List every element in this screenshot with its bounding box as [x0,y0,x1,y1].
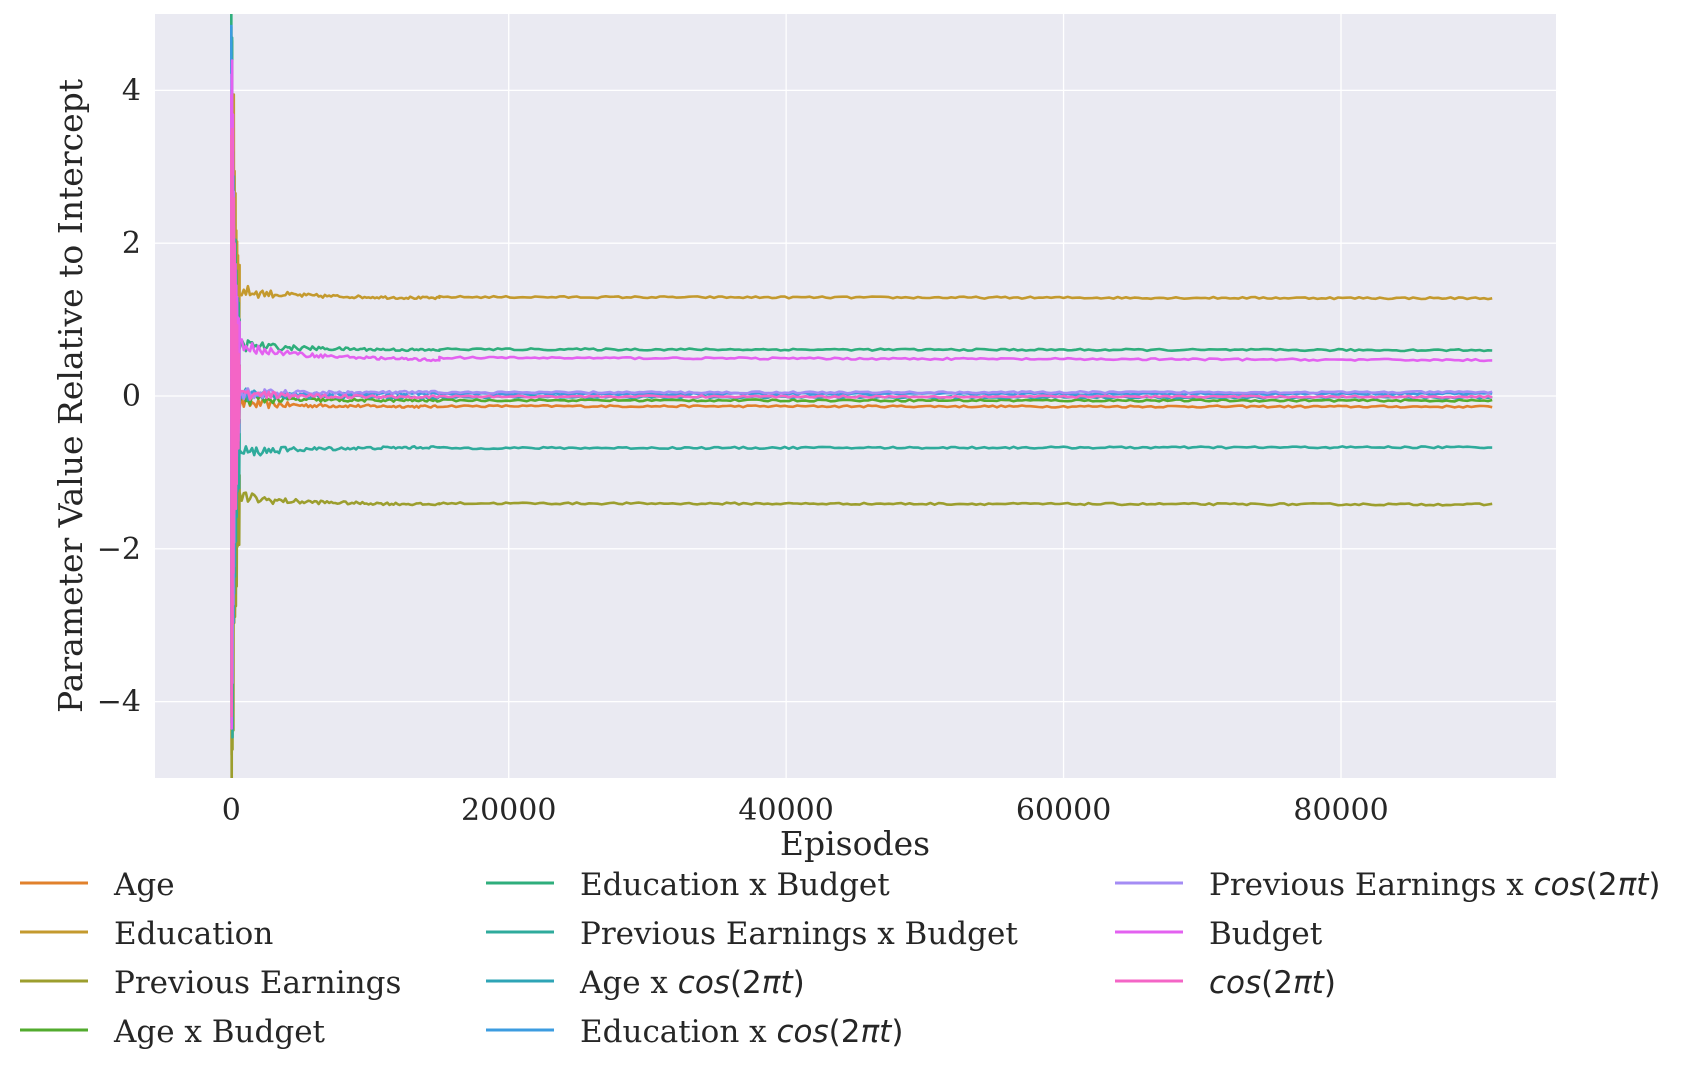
legend-label: Previous Earnings x Budget [580,916,1018,952]
legend-label: Budget [1209,916,1323,952]
y-tick-label: 4 [122,73,141,108]
legend-label: cos(2πt) [1209,965,1336,1001]
x-tick-label: 60000 [1016,793,1111,828]
legend: Age Education Previous Earnings Age x Budge… [20,867,1661,1050]
y-axis-label: Parameter Value Relative to Intercept [51,79,90,713]
legend-label: Previous Earnings [114,965,401,1001]
y-tick-label: 2 [122,226,141,261]
legend-label: Education [114,916,273,952]
x-axis-label: Episodes [780,824,930,863]
x-tick-label: 20000 [461,793,556,828]
chart: 0 20000 40000 60000 80000 −4 −2 0 2 4 Episodes Pa… [20,14,1661,1050]
x-tick-label: 0 [222,793,241,828]
y-tick-label: −2 [97,532,141,567]
legend-label: Age x Budget [113,1014,326,1050]
legend-label: Previous Earnings x cos(2πt) [1209,867,1661,903]
y-tick-label: −4 [97,685,141,720]
legend-label: Age x cos(2πt) [579,965,805,1001]
legend-label: Age [113,867,175,903]
x-tick-label: 40000 [738,793,833,828]
y-tick-label: 0 [122,379,141,414]
legend-label: Education x cos(2πt) [580,1014,903,1050]
legend-label: Education x Budget [580,867,890,903]
x-tick-label: 80000 [1293,793,1388,828]
